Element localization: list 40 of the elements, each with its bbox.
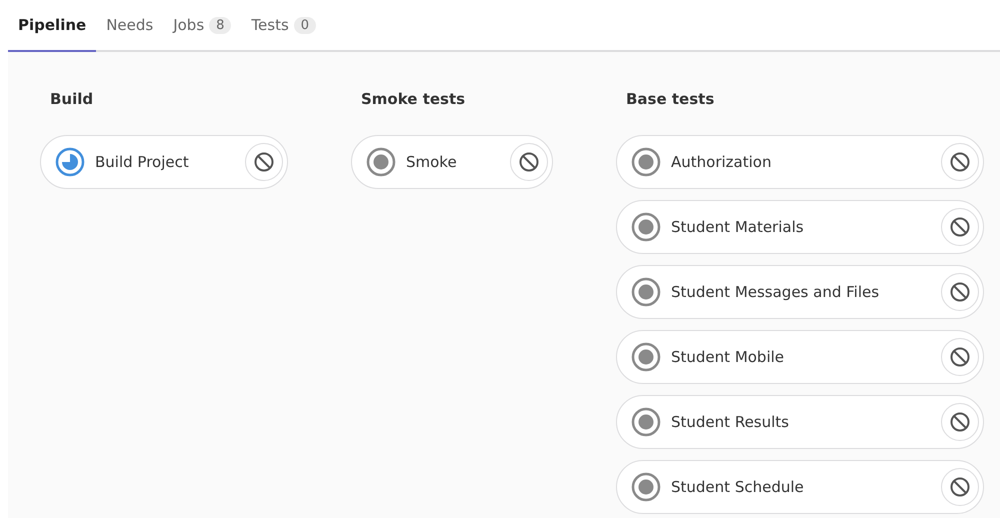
cancel-button[interactable]	[941, 338, 979, 376]
tab[interactable]: Needs	[96, 0, 164, 52]
cancel-button[interactable]	[941, 468, 979, 506]
stage-title: Build	[49, 90, 94, 110]
count-badge: 0	[294, 16, 316, 34]
stage-title: Smoke tests	[360, 90, 466, 110]
cancel-icon	[949, 216, 971, 238]
cancel-button[interactable]	[245, 143, 283, 181]
job-item[interactable]: Student Mobile	[616, 330, 984, 384]
cancel-icon	[949, 346, 971, 368]
tab[interactable]: Tests 0	[241, 0, 326, 52]
cancel-button[interactable]	[941, 273, 979, 311]
cancel-icon	[949, 411, 971, 433]
job-item[interactable]: Student Materials	[616, 200, 984, 254]
job-item[interactable]: Smoke	[351, 135, 553, 189]
job-item[interactable]: Student Messages and Files	[616, 265, 984, 319]
created-status-icon	[631, 277, 661, 307]
job-item[interactable]: Build Project	[40, 135, 288, 189]
cancel-button[interactable]	[510, 143, 548, 181]
job-item[interactable]: Authorization	[616, 135, 984, 189]
created-status-icon	[631, 147, 661, 177]
created-status-icon	[366, 147, 396, 177]
cancel-icon	[949, 281, 971, 303]
created-status-icon	[631, 472, 661, 502]
cancel-icon	[253, 151, 275, 173]
cancel-button[interactable]	[941, 403, 979, 441]
job-item[interactable]: Student Schedule	[616, 460, 984, 514]
running-status-icon	[55, 147, 85, 177]
tab[interactable]: Jobs 8	[163, 0, 242, 52]
count-badge: 8	[209, 16, 232, 34]
cancel-icon	[518, 151, 540, 173]
cancel-button[interactable]	[941, 208, 979, 246]
cancel-button[interactable]	[941, 143, 979, 181]
job-item[interactable]: Student Results	[616, 395, 984, 449]
created-status-icon	[631, 407, 661, 437]
stage-title: Base tests	[625, 90, 716, 110]
created-status-icon	[631, 212, 661, 242]
cancel-icon	[949, 476, 971, 498]
created-status-icon	[631, 342, 661, 372]
cancel-icon	[949, 151, 971, 173]
